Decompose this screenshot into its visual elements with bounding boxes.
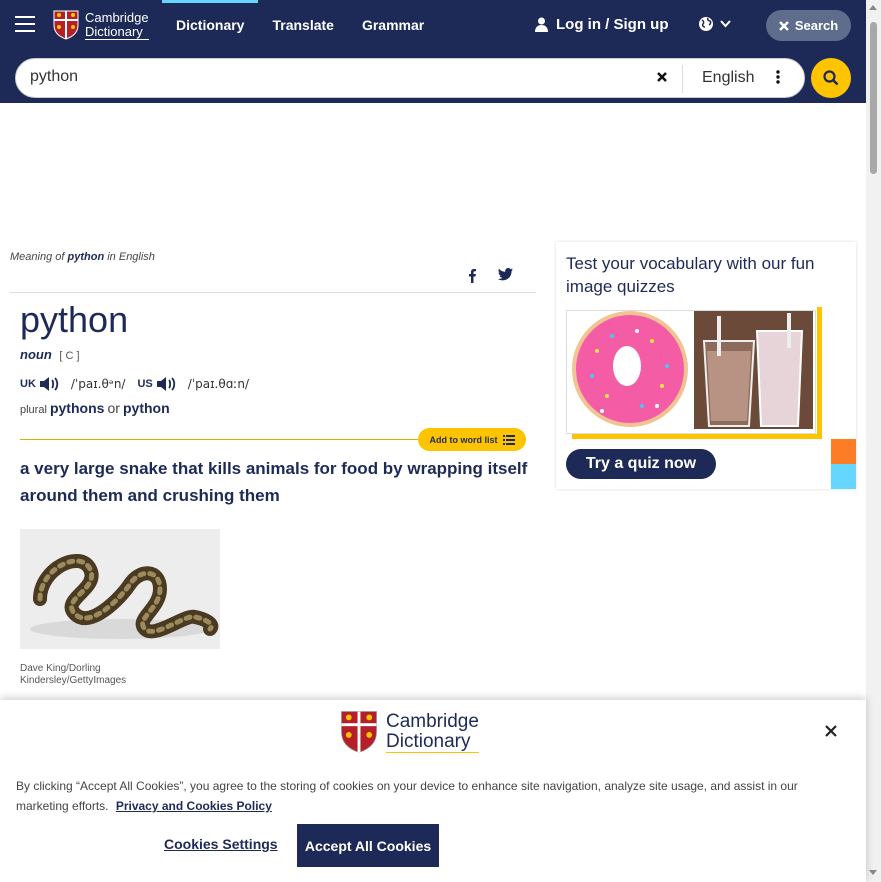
- accept-all-cookies-button[interactable]: Accept All Cookies: [297, 824, 439, 867]
- cookie-close-icon[interactable]: [825, 724, 837, 742]
- search-input[interactable]: [30, 68, 630, 86]
- decor-square-blue: [831, 464, 856, 489]
- decor-square-orange: [831, 439, 856, 464]
- plural-or: or: [107, 400, 120, 416]
- close-icon: [778, 20, 789, 31]
- search-caret: [800, 46, 814, 53]
- us-ipa: /ˈpaɪ.θɑːn/: [187, 377, 250, 391]
- cookie-logo: Cambridge Dictionary: [340, 710, 479, 754]
- quiz-title: Test your vocabulary with our fun image …: [566, 254, 815, 296]
- logo-line-1: Cambridge: [85, 9, 149, 25]
- privacy-policy-link[interactable]: Privacy and Cookies Policy: [116, 799, 272, 813]
- search-bar: English: [0, 53, 866, 103]
- uk-region-label: UK: [20, 378, 36, 390]
- scrollbar-thumb[interactable]: [870, 22, 877, 174]
- uk-ipa: /ˈpaɪ.θᵊn/: [70, 377, 126, 391]
- site-logo[interactable]: Cambridge Dictionary: [53, 10, 149, 40]
- nav-dictionary[interactable]: Dictionary: [162, 0, 259, 53]
- meaning-suffix: in English: [107, 251, 155, 263]
- cookie-logo-line-1: Cambridge: [386, 710, 479, 732]
- us-region-label: US: [137, 378, 153, 390]
- search-divider: [682, 65, 683, 93]
- clear-search-icon[interactable]: [656, 70, 668, 88]
- chevron-down-icon: [720, 20, 731, 28]
- cookie-logo-line-2: Dictionary: [386, 731, 479, 753]
- twitter-icon[interactable]: [498, 268, 513, 281]
- cookie-message: By clicking “Accept All Cookies”, you ag…: [16, 776, 816, 816]
- cambridge-crest-icon: [53, 10, 79, 40]
- dictionary-language-select[interactable]: English: [702, 69, 754, 87]
- nav-grammar[interactable]: Grammar: [348, 0, 438, 53]
- facebook-icon[interactable]: [468, 268, 476, 283]
- plural-form-2: python: [123, 400, 170, 416]
- scroll-down-arrow[interactable]: [869, 870, 877, 875]
- cookie-banner: Cambridge Dictionary By clicking “Accept…: [0, 700, 866, 882]
- nav-translate[interactable]: Translate: [258, 0, 347, 53]
- quiz-widget: Test your vocabulary with our fun image …: [556, 242, 856, 489]
- part-of-speech: noun [ C ]: [20, 347, 80, 362]
- login-link[interactable]: Log in / Sign up: [535, 16, 668, 33]
- quiz-image[interactable]: [566, 310, 816, 434]
- meaning-heading: Meaning of python in English: [10, 251, 155, 263]
- cookie-settings-button[interactable]: Cookies Settings: [164, 836, 278, 852]
- python-image: [20, 529, 220, 649]
- main-nav: Dictionary Translate Grammar: [162, 0, 438, 53]
- plural-forms: plural pythons or python: [20, 400, 170, 416]
- menu-icon[interactable]: [15, 16, 35, 32]
- search-box: English: [15, 58, 805, 98]
- search-toggle-label: Search: [794, 18, 839, 33]
- headword: python: [20, 299, 129, 340]
- language-selector[interactable]: [698, 16, 731, 32]
- search-icon: [823, 70, 839, 86]
- us-audio-icon[interactable]: [156, 376, 176, 392]
- grammar-code: [ C ]: [59, 350, 80, 362]
- entry-divider: [10, 292, 536, 293]
- definition-text: a very large snake that kills animals fo…: [20, 459, 528, 505]
- add-to-word-list-button[interactable]: Add to word list: [418, 428, 526, 451]
- try-quiz-button[interactable]: Try a quiz now: [566, 449, 716, 479]
- search-toggle-button[interactable]: Search: [766, 10, 851, 41]
- cambridge-crest-icon: [341, 711, 377, 753]
- more-options-icon[interactable]: [776, 69, 780, 90]
- add-to-word-list-label: Add to word list: [429, 434, 498, 445]
- logo-text: Cambridge Dictionary: [85, 9, 149, 40]
- plural-form-1: pythons: [49, 400, 105, 416]
- wordlist-rule: [20, 439, 420, 440]
- share-buttons: [468, 268, 513, 283]
- cookie-logo-text: Cambridge Dictionary: [386, 710, 479, 753]
- user-icon: [535, 17, 548, 32]
- list-icon: [502, 434, 515, 445]
- meaning-word: python: [67, 251, 105, 263]
- meaning-prefix: Meaning of: [10, 251, 65, 263]
- logo-line-2: Dictionary: [85, 24, 149, 40]
- search-submit-button[interactable]: [811, 58, 851, 98]
- pronunciation-row: UK /ˈpaɪ.θᵊn/ US /ˈpaɪ.θɑːn/: [20, 376, 261, 392]
- image-credit: Dave King/Dorling Kindersley/GettyImages: [20, 663, 127, 686]
- top-navigation-bar: Cambridge Dictionary Dictionary Translat…: [0, 0, 866, 53]
- uk-audio-icon[interactable]: [39, 376, 59, 392]
- pos-label: noun: [20, 347, 52, 362]
- login-label: Log in / Sign up: [556, 16, 669, 33]
- globe-icon: [699, 17, 713, 31]
- plural-label: plural: [20, 404, 47, 416]
- scroll-up-arrow[interactable]: [869, 5, 877, 10]
